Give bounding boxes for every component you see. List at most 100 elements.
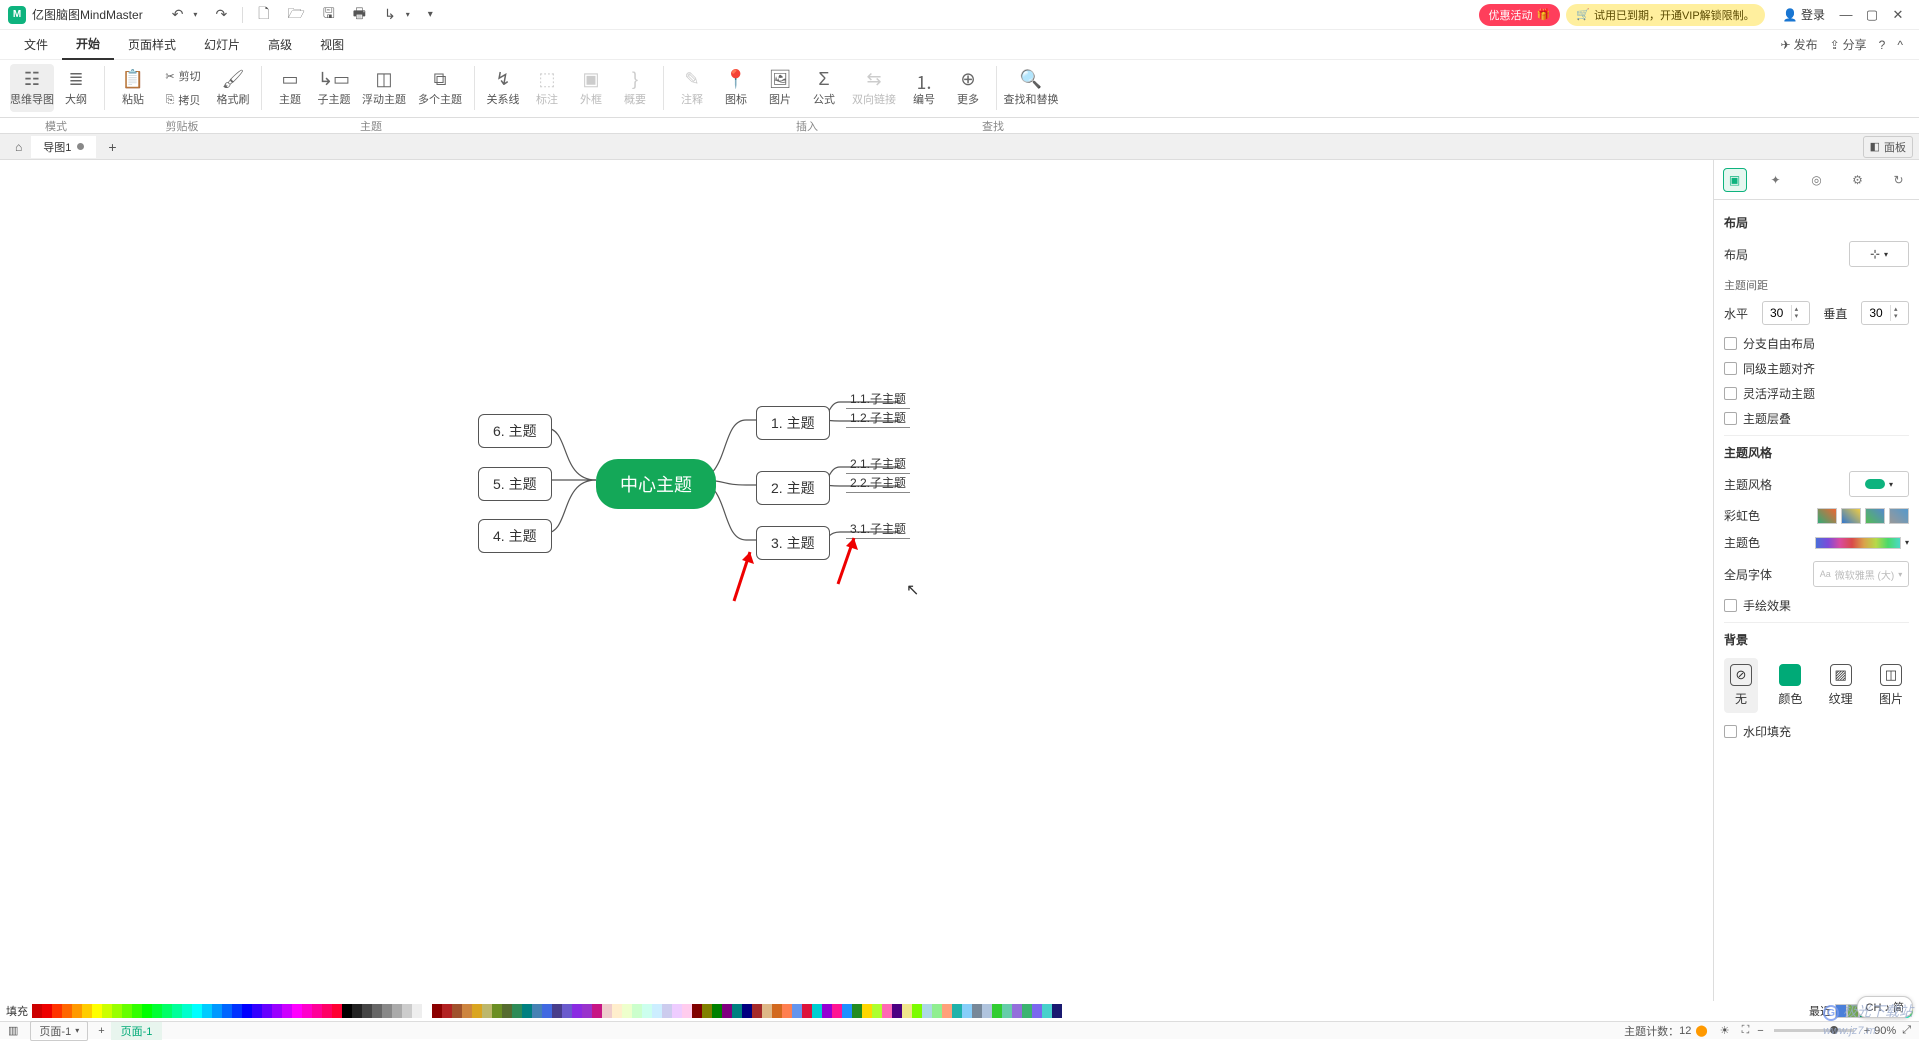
subtopic-button[interactable]: ↳▭子主题 — [312, 64, 356, 112]
v-value[interactable] — [1862, 306, 1890, 320]
swatch[interactable] — [72, 1004, 82, 1018]
relation-button[interactable]: ↯关系线 — [481, 64, 525, 112]
swatch[interactable] — [832, 1004, 842, 1018]
zoom-value[interactable]: 90% — [1874, 1025, 1896, 1037]
swatch[interactable] — [872, 1004, 882, 1018]
redo-icon[interactable]: ↷ — [210, 3, 232, 26]
spin-up-icon[interactable]: ▴ — [1795, 306, 1799, 313]
swatch[interactable] — [762, 1004, 772, 1018]
close-button[interactable]: ✕ — [1885, 7, 1911, 23]
swatch[interactable] — [532, 1004, 542, 1018]
page-select[interactable]: 页面-1▾ — [30, 1021, 88, 1041]
topic-5[interactable]: 5. 主题 — [478, 467, 552, 501]
swatch[interactable] — [662, 1004, 672, 1018]
swatch[interactable] — [442, 1004, 452, 1018]
collapse-ribbon-icon[interactable]: ^ — [1897, 38, 1903, 52]
swatch[interactable] — [862, 1004, 872, 1018]
boundary-button[interactable]: ▣外框 — [569, 64, 613, 112]
export-dropdown-icon[interactable]: ▾ — [401, 7, 415, 22]
swatch[interactable] — [152, 1004, 162, 1018]
topic-2[interactable]: 2. 主题 — [756, 471, 830, 505]
panel-tab-settings[interactable]: ⚙ — [1846, 168, 1870, 192]
menu-advanced[interactable]: 高级 — [254, 30, 306, 59]
swatch[interactable] — [722, 1004, 732, 1018]
home-icon[interactable]: ⌂ — [10, 137, 27, 157]
swatch[interactable] — [422, 1004, 432, 1018]
recent-swatch[interactable] — [1835, 1004, 1847, 1018]
export-icon[interactable]: ↳ — [379, 3, 401, 26]
layout-select[interactable]: ⊹▾ — [1849, 241, 1909, 267]
publish-button[interactable]: ✈发布 — [1781, 36, 1818, 53]
hyperlink-button[interactable]: ⇆双向链接 — [846, 64, 902, 112]
swatch[interactable] — [932, 1004, 942, 1018]
save-icon[interactable]: 🖫 — [318, 0, 340, 30]
subtopic-2-1[interactable]: 2.1.子主题 — [846, 454, 910, 474]
swatch[interactable] — [1032, 1004, 1042, 1018]
qat-customize-icon[interactable]: ▾ — [423, 6, 438, 23]
chk-free-layout[interactable]: 分支自由布局 — [1724, 335, 1909, 352]
swatch[interactable] — [82, 1004, 92, 1018]
swatch[interactable] — [942, 1004, 952, 1018]
swatch[interactable] — [112, 1004, 122, 1018]
swatch[interactable] — [132, 1004, 142, 1018]
swatch[interactable] — [542, 1004, 552, 1018]
summary-button[interactable]: }概要 — [613, 64, 657, 112]
swatch[interactable] — [212, 1004, 222, 1018]
swatch[interactable] — [982, 1004, 992, 1018]
swatch[interactable] — [292, 1004, 302, 1018]
swatch[interactable] — [232, 1004, 242, 1018]
swatch[interactable] — [452, 1004, 462, 1018]
add-page-button[interactable]: + — [98, 1025, 104, 1037]
panel-tab-page[interactable]: ▣ — [1723, 168, 1747, 192]
swatch[interactable] — [142, 1004, 152, 1018]
swatch[interactable] — [372, 1004, 382, 1018]
topic-1[interactable]: 1. 主题 — [756, 406, 830, 440]
floating-topic-button[interactable]: ◫浮动主题 — [356, 64, 412, 112]
style-select[interactable]: ▾ — [1849, 471, 1909, 497]
h-value[interactable] — [1763, 306, 1791, 320]
swatch[interactable] — [692, 1004, 702, 1018]
format-painter-button[interactable]: 🖌格式刷 — [211, 64, 255, 112]
callout-button[interactable]: ⬚标注 — [525, 64, 569, 112]
topic-3[interactable]: 3. 主题 — [756, 526, 830, 560]
share-button[interactable]: ⇪分享 — [1830, 36, 1867, 53]
menu-page-style[interactable]: 页面样式 — [114, 30, 190, 59]
minimize-button[interactable]: — — [1833, 7, 1859, 22]
swatch[interactable] — [322, 1004, 332, 1018]
swatch[interactable] — [122, 1004, 132, 1018]
find-replace-button[interactable]: 🔍查找和替换 — [1003, 64, 1059, 112]
swatch[interactable] — [412, 1004, 422, 1018]
chk-collapse[interactable]: 主题层叠 — [1724, 410, 1909, 427]
chk-float-flex[interactable]: 灵活浮动主题 — [1724, 385, 1909, 402]
swatch[interactable] — [362, 1004, 372, 1018]
swatch[interactable] — [882, 1004, 892, 1018]
spin-down-icon[interactable]: ▾ — [1894, 313, 1898, 320]
swatch[interactable] — [1012, 1004, 1022, 1018]
promo-badge-1[interactable]: 优惠活动🎁 — [1479, 4, 1561, 26]
swatch[interactable] — [52, 1004, 62, 1018]
more-button[interactable]: ⊕更多 — [946, 64, 990, 112]
bg-color[interactable]: 颜色 — [1772, 658, 1808, 713]
menu-slides[interactable]: 幻灯片 — [190, 30, 254, 59]
canvas[interactable]: 中心主题 1. 主题 2. 主题 3. 主题 6. 主题 5. 主题 4. 主题… — [0, 160, 1713, 1001]
undo-icon[interactable]: ↶ — [167, 3, 189, 26]
swatch[interactable] — [502, 1004, 512, 1018]
swatch[interactable] — [632, 1004, 642, 1018]
multi-topic-button[interactable]: ⧉多个主题 — [412, 64, 468, 112]
preset-1[interactable] — [1817, 508, 1837, 524]
swatch[interactable] — [402, 1004, 412, 1018]
panel-tab-history[interactable]: ↻ — [1887, 168, 1911, 192]
swatch[interactable] — [712, 1004, 722, 1018]
panel-toggle-button[interactable]: ◧面板 — [1863, 136, 1913, 158]
swatch[interactable] — [572, 1004, 582, 1018]
swatch[interactable] — [732, 1004, 742, 1018]
preset-4[interactable] — [1889, 508, 1909, 524]
swatch[interactable] — [312, 1004, 322, 1018]
swatch[interactable] — [182, 1004, 192, 1018]
swatch[interactable] — [332, 1004, 342, 1018]
swatch[interactable] — [962, 1004, 972, 1018]
swatch[interactable] — [612, 1004, 622, 1018]
subtopic-1-1[interactable]: 1.1.子主题 — [846, 389, 910, 409]
swatch[interactable] — [902, 1004, 912, 1018]
zoom-slider[interactable] — [1774, 1029, 1854, 1032]
